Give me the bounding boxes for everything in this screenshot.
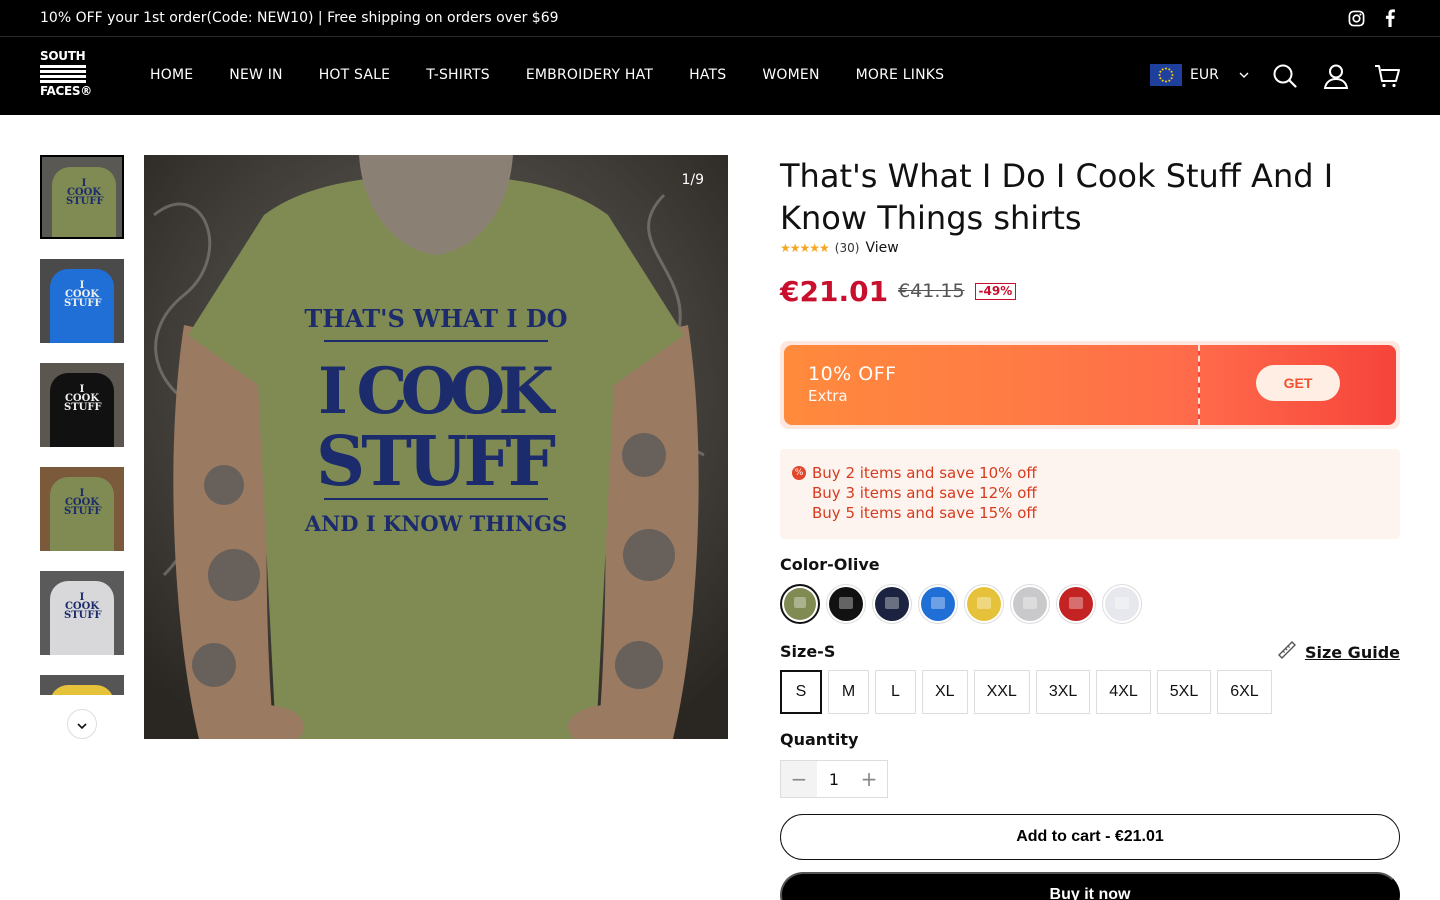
size-options: S M L XL XXL 3XL 4XL 5XL 6XL xyxy=(780,670,1272,714)
thumbnail-olive[interactable]: I COOK STUFF xyxy=(40,155,124,239)
bundle-offer: % Buy 2 items and save 10% off xyxy=(792,463,1388,483)
announcement-text: 10% OFF your 1st order(Code: NEW10) | Fr… xyxy=(40,10,559,26)
logo-line-2: FACES® xyxy=(40,84,92,98)
thumbnail-white[interactable]: I COOK STUFF xyxy=(40,571,124,655)
svg-text:I COOK: I COOK xyxy=(318,354,556,429)
coupon-action: GET xyxy=(1198,345,1396,425)
image-counter: 1/9 xyxy=(681,172,704,188)
size-label: Size-S xyxy=(780,642,836,661)
nav-t-shirts[interactable]: T-SHIRTS xyxy=(426,67,490,83)
instagram-icon[interactable] xyxy=(1346,8,1366,28)
increase-quantity-button[interactable]: + xyxy=(851,761,887,797)
swatch-olive[interactable] xyxy=(780,584,820,624)
announcement-bar: 10% OFF your 1st order(Code: NEW10) | Fr… xyxy=(0,0,1440,36)
color-swatches xyxy=(780,584,1142,624)
rating-row: ★★★★★ (30) View xyxy=(780,239,1400,257)
logo[interactable]: SOUTH FACES® xyxy=(40,50,92,104)
quantity-value[interactable]: 1 xyxy=(817,761,851,797)
site-header: SOUTH FACES® HOME NEW IN HOT SALE T-SHIR… xyxy=(0,36,1440,115)
size-6xl[interactable]: 6XL xyxy=(1217,670,1272,714)
size-xxl[interactable]: XXL xyxy=(973,670,1030,714)
discount-icon: % xyxy=(792,466,806,480)
nav-hot-sale[interactable]: HOT SALE xyxy=(319,67,391,83)
view-reviews-link[interactable]: View xyxy=(865,240,898,256)
currency-selector[interactable]: EUR xyxy=(1150,64,1249,86)
thumbnail-list: I COOK STUFF I COOK STUFF I COOK STUFF I CO… xyxy=(40,155,124,695)
size-xl[interactable]: XL xyxy=(922,670,968,714)
chevron-down-icon xyxy=(1239,67,1249,83)
bundle-offer-text: Buy 3 items and save 12% off xyxy=(812,484,1037,502)
thumbnail-black[interactable]: I COOK STUFF xyxy=(40,363,124,447)
nav-more-links[interactable]: MORE LINKS xyxy=(856,67,945,83)
coupon-info: 10% OFF Extra xyxy=(784,345,1198,425)
bundle-offer: Buy 3 items and save 12% off xyxy=(792,483,1388,503)
swatch-black[interactable] xyxy=(826,584,866,624)
swatch-blue[interactable] xyxy=(918,584,958,624)
size-guide-label: Size Guide xyxy=(1304,642,1400,662)
product-title: That's What I Do I Cook Stuff And I Know… xyxy=(780,157,1334,237)
coupon-title: 10% OFF xyxy=(808,363,897,385)
eu-flag-icon xyxy=(1150,64,1182,86)
bundle-offer-text: Buy 2 items and save 10% off xyxy=(812,464,1037,482)
nav-new-in[interactable]: NEW IN xyxy=(229,67,282,83)
thumbnail-blue[interactable]: I COOK STUFF xyxy=(40,259,124,343)
product-info: That's What I Do I Cook Stuff And I Know… xyxy=(780,155,1400,900)
nav-hats[interactable]: HATS xyxy=(689,67,726,83)
size-m[interactable]: M xyxy=(828,670,869,714)
nav-home[interactable]: HOME xyxy=(150,67,193,83)
swatch-yellow[interactable] xyxy=(964,584,1004,624)
account-icon[interactable] xyxy=(1323,63,1349,89)
nav-women[interactable]: WOMEN xyxy=(762,67,819,83)
swatch-grey[interactable] xyxy=(1010,584,1050,624)
swatch-navy[interactable] xyxy=(872,584,912,624)
coupon-card: 10% OFF Extra GET xyxy=(780,341,1400,429)
quantity-stepper: − 1 + xyxy=(780,760,888,798)
swatch-white[interactable] xyxy=(1102,584,1142,624)
discount-badge: -49% xyxy=(974,282,1017,300)
cart-icon[interactable] xyxy=(1374,63,1400,89)
thumbnail-yellow[interactable] xyxy=(40,675,124,695)
size-guide-link[interactable]: Size Guide xyxy=(1277,640,1400,664)
swatch-red[interactable] xyxy=(1056,584,1096,624)
facebook-icon[interactable] xyxy=(1380,8,1400,28)
thumbnail-olive-2[interactable]: I COOK STUFF xyxy=(40,467,124,551)
logo-bars xyxy=(40,65,92,83)
get-coupon-button[interactable]: GET xyxy=(1256,365,1340,401)
size-3xl[interactable]: 3XL xyxy=(1035,670,1091,714)
star-rating: ★★★★★ xyxy=(780,241,830,255)
coupon-subtitle: Extra xyxy=(808,387,848,405)
svg-text:AND I KNOW THINGS: AND I KNOW THINGS xyxy=(304,511,567,536)
decrease-quantity-button[interactable]: − xyxy=(781,761,817,797)
nav-embroidery-hat[interactable]: EMBROIDERY HAT xyxy=(526,67,653,83)
logo-line-1: SOUTH xyxy=(40,49,86,63)
main-nav: HOME NEW IN HOT SALE T-SHIRTS EMBROIDERY… xyxy=(150,67,980,83)
price-row: €21.01 €41.15 -49% xyxy=(780,273,1400,309)
chevron-down-icon xyxy=(77,715,87,734)
svg-text:THAT'S WHAT I DO: THAT'S WHAT I DO xyxy=(304,304,567,333)
bundle-offer: Buy 5 items and save 15% off xyxy=(792,503,1388,523)
add-to-cart-button[interactable]: Add to cart - €21.01 xyxy=(780,814,1400,860)
size-5xl[interactable]: 5XL xyxy=(1156,670,1212,714)
product-photo: THAT'S WHAT I DO I COOK STUFF AND I KNOW… xyxy=(144,155,728,739)
bundle-offers: % Buy 2 items and save 10% off Buy 3 ite… xyxy=(780,449,1400,539)
sale-price: €21.01 xyxy=(780,274,889,308)
compare-price: €41.15 xyxy=(898,280,965,302)
thumbnail-next-button[interactable] xyxy=(67,709,97,739)
social-links xyxy=(1346,8,1400,28)
ruler-icon xyxy=(1277,640,1297,664)
size-l[interactable]: L xyxy=(875,670,916,714)
main-product-image[interactable]: THAT'S WHAT I DO I COOK STUFF AND I KNOW… xyxy=(144,155,728,739)
quantity-label: Quantity xyxy=(780,730,859,749)
search-icon[interactable] xyxy=(1272,63,1298,89)
currency-label: EUR xyxy=(1190,67,1219,83)
size-4xl[interactable]: 4XL xyxy=(1096,670,1151,714)
review-count: (30) xyxy=(834,241,860,255)
svg-text:STUFF: STUFF xyxy=(316,422,556,502)
color-label: Color-Olive xyxy=(780,555,880,574)
size-s[interactable]: S xyxy=(780,670,822,714)
buy-now-button[interactable]: Buy it now xyxy=(780,872,1400,900)
bundle-offer-text: Buy 5 items and save 15% off xyxy=(812,504,1037,522)
